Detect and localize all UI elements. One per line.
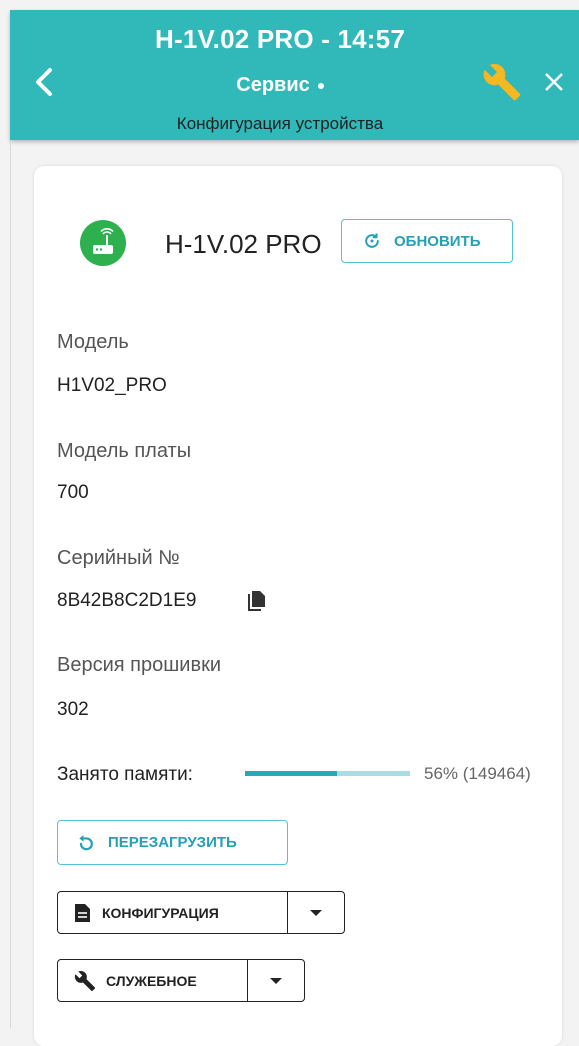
tools-button[interactable] <box>480 62 524 102</box>
config-dropdown-toggle[interactable] <box>288 892 344 933</box>
status-dot <box>317 82 324 89</box>
serial-value: 8B42B8C2D1E9 <box>57 590 197 611</box>
section-label: Сервис <box>236 74 310 96</box>
reboot-button[interactable]: ПЕРЕЗАГРУЗИТЬ <box>57 820 288 865</box>
app-header: H-1V.02 PRO - 14:57 Сервис Конфигурация … <box>10 10 579 140</box>
memory-percent: 56% (149464) <box>424 764 531 783</box>
refresh-icon <box>365 233 379 248</box>
board-label: Модель платы <box>57 440 192 462</box>
sidebar-divider <box>10 140 11 1028</box>
header-section: Сервис <box>10 74 550 97</box>
close-icon <box>545 73 563 91</box>
reboot-label: ПЕРЕЗАГРУЗИТЬ <box>108 834 237 851</box>
config-button[interactable]: КОНФИГУРАЦИЯ <box>58 892 289 933</box>
wrench-icon <box>74 970 96 991</box>
model-value: H1V02_PRO <box>57 375 167 396</box>
service-split-button: СЛУЖЕБНОЕ <box>57 959 305 1002</box>
service-dropdown-toggle[interactable] <box>248 960 304 1001</box>
service-label: СЛУЖЕБНОЕ <box>106 972 197 989</box>
model-label: Модель <box>57 331 129 353</box>
firmware-label: Версия прошивки <box>57 654 221 676</box>
memory-progress-fill <box>245 771 338 776</box>
refresh-button[interactable]: ОБНОВИТЬ <box>341 219 513 263</box>
memory-label: Занято памяти: <box>57 764 193 785</box>
caret-down-icon <box>310 909 323 916</box>
caret-down-icon <box>270 977 283 984</box>
router-icon <box>93 227 114 254</box>
copy-icon[interactable] <box>247 590 267 612</box>
refresh-label: ОБНОВИТЬ <box>394 232 481 250</box>
memory-progress-bar <box>245 771 410 776</box>
config-split-button: КОНФИГУРАЦИЯ <box>57 891 345 934</box>
serial-label: Серийный № <box>57 547 180 569</box>
wrench-icon <box>483 63 521 101</box>
document-icon <box>75 903 90 922</box>
header-title: H-1V.02 PRO - 14:57 <box>155 24 405 54</box>
service-button[interactable]: СЛУЖЕБНОЕ <box>58 960 249 1001</box>
close-button[interactable] <box>538 66 570 98</box>
device-name: H-1V.02 PRO <box>165 229 322 259</box>
firmware-value: 302 <box>57 699 89 720</box>
restart-icon <box>79 834 93 850</box>
header-subtitle: Конфигурация устройства <box>176 114 384 133</box>
config-label: КОНФИГУРАЦИЯ <box>102 904 219 921</box>
device-avatar <box>80 220 126 266</box>
board-value: 700 <box>57 482 89 503</box>
